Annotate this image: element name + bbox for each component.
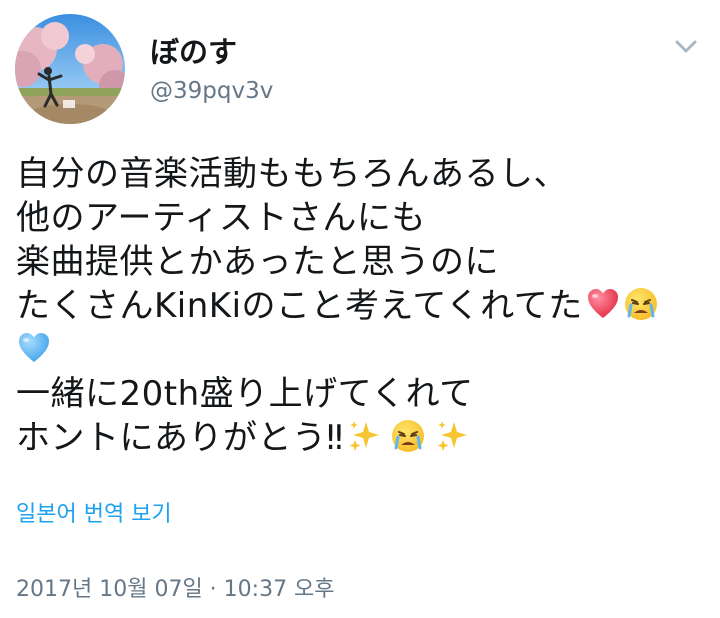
tweet-line: 他のアーティストさんにも — [16, 198, 426, 238]
tweet-line-with-emoji: たくさんKinKiのこと考えてくれてた — [16, 284, 706, 328]
tweet-line-with-emoji: ホントにありがとう‼ — [16, 416, 706, 460]
user-handle[interactable]: @39pqv3v — [150, 76, 273, 106]
red-heart-icon — [585, 286, 621, 322]
avatar-photo — [15, 14, 125, 124]
tweet-line-text: ホントにありがとう‼ — [16, 418, 344, 458]
sparkles-icon — [434, 418, 470, 454]
sparkles-icon — [346, 418, 382, 454]
tweet-line-with-emoji — [16, 328, 706, 372]
tweet-timestamp[interactable]: 2017년 10월 07일 · 10:37 오후 — [16, 575, 335, 605]
display-name[interactable]: ぼのす — [150, 34, 237, 70]
tweet-line: 楽曲提供とかあったと思うのに — [16, 242, 499, 282]
avatar[interactable] — [15, 14, 125, 124]
tweet-line-text: たくさんKinKiのこと考えてくれてた — [16, 286, 583, 326]
chevron-down-icon[interactable] — [670, 30, 702, 62]
tweet-text: 自分の音楽活動ももちろんあるし、 他のアーティストさんにも 楽曲提供とかあったと… — [16, 152, 706, 460]
crying-face-icon — [623, 286, 659, 322]
tweet-line: 自分の音楽活動ももちろんあるし、 — [16, 154, 568, 194]
crying-face-icon — [390, 418, 426, 454]
tweet-line: 一緒に20th盛り上げてくれて — [16, 374, 474, 414]
blue-heart-icon — [16, 330, 52, 366]
translate-link[interactable]: 일본어 번역 보기 — [16, 500, 172, 530]
